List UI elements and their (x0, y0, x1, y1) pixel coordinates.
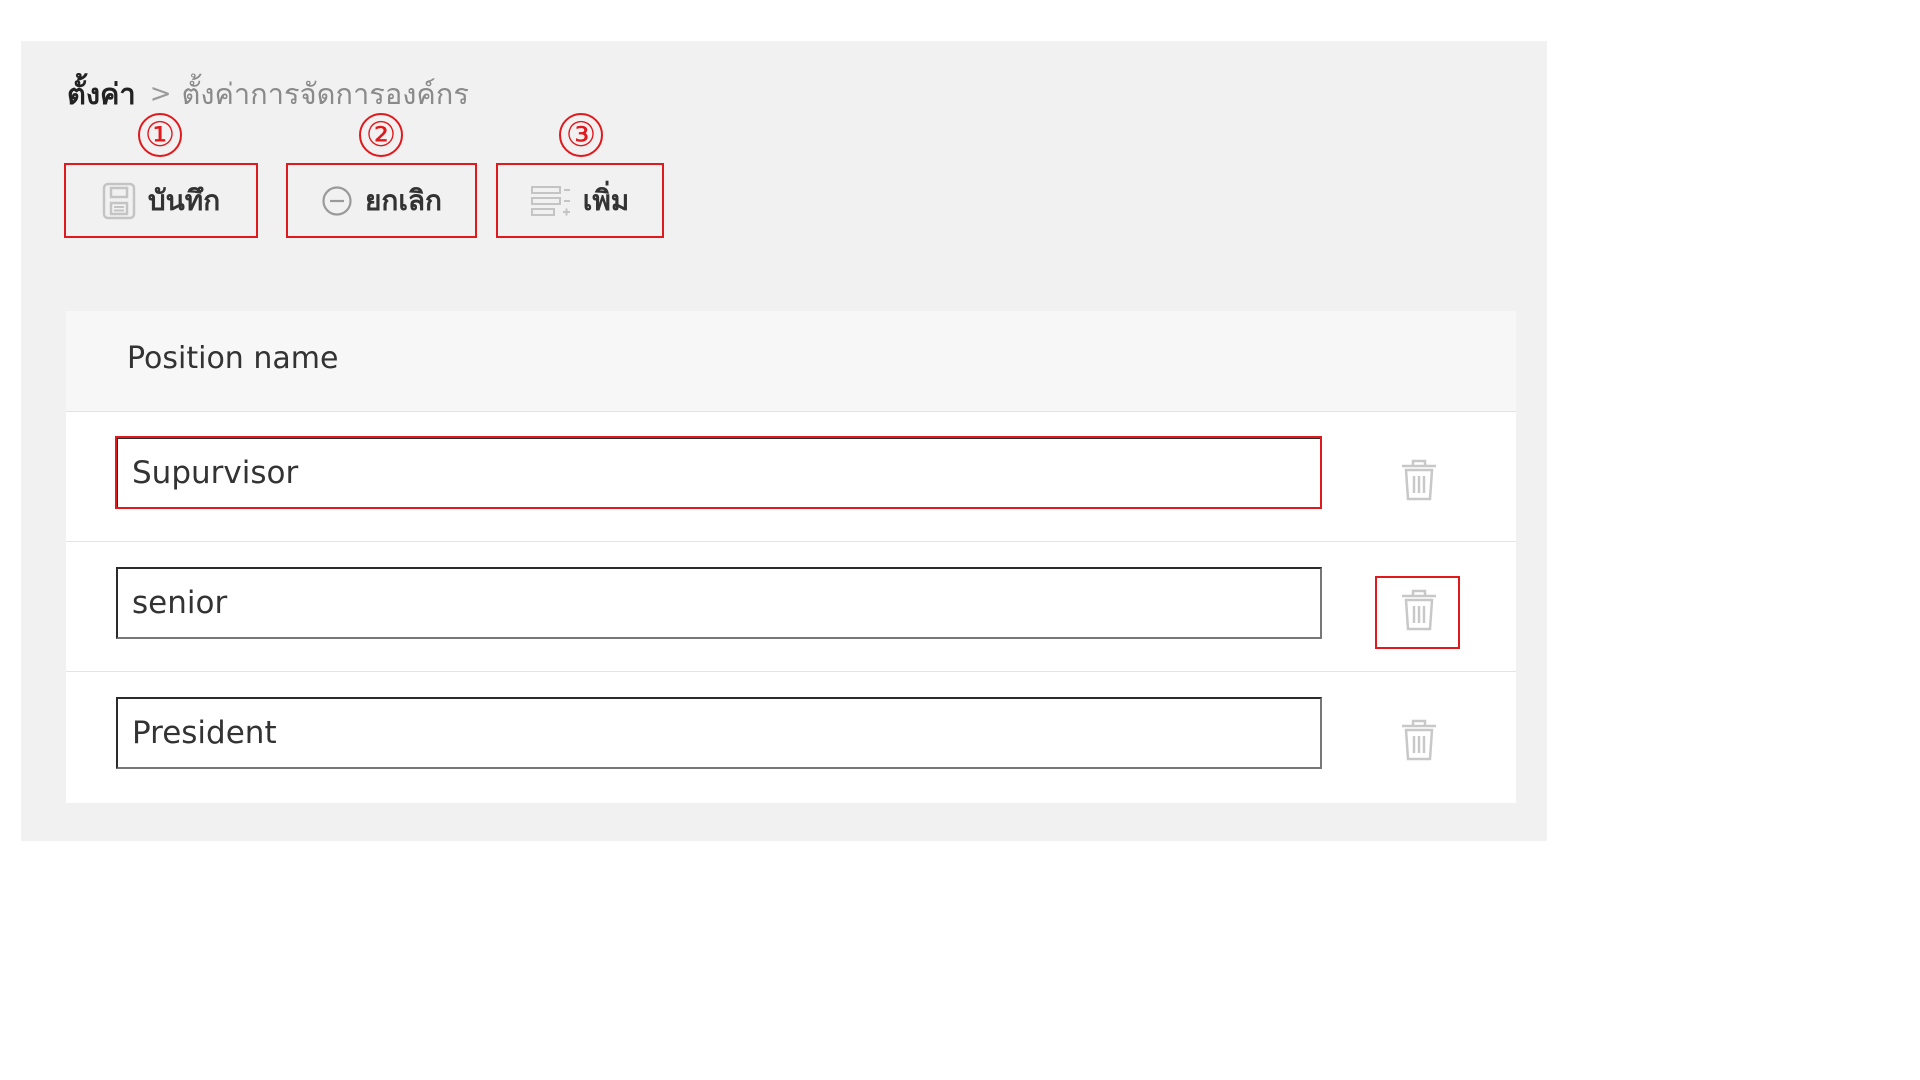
column-header-position-name: Position name (127, 341, 339, 376)
table-row (66, 672, 1516, 802)
highlight-delete-button (1375, 576, 1460, 649)
annotation-marker-3: ③ (559, 113, 603, 157)
annotation-marker-1: ① (138, 113, 182, 157)
position-name-input[interactable] (116, 567, 1322, 639)
breadcrumb-current: ตั้งค่าการจัดการองค์กร (181, 77, 469, 111)
highlight-save-button (64, 163, 258, 238)
breadcrumb: ตั้งค่า > ตั้งค่าการจัดการองค์กร (67, 74, 469, 114)
position-table: Position name (66, 311, 1516, 803)
breadcrumb-separator: > (149, 79, 172, 109)
table-header: Position name (66, 311, 1516, 412)
annotation-marker-2: ② (359, 113, 403, 157)
trash-icon[interactable] (1399, 718, 1439, 762)
highlight-add-button (496, 163, 664, 238)
trash-icon[interactable] (1399, 458, 1439, 502)
highlight-cancel-button (286, 163, 477, 238)
highlight-position-input (115, 436, 1322, 509)
breadcrumb-root[interactable]: ตั้งค่า (67, 71, 136, 117)
table-row (66, 542, 1516, 672)
position-name-input[interactable] (116, 697, 1322, 769)
